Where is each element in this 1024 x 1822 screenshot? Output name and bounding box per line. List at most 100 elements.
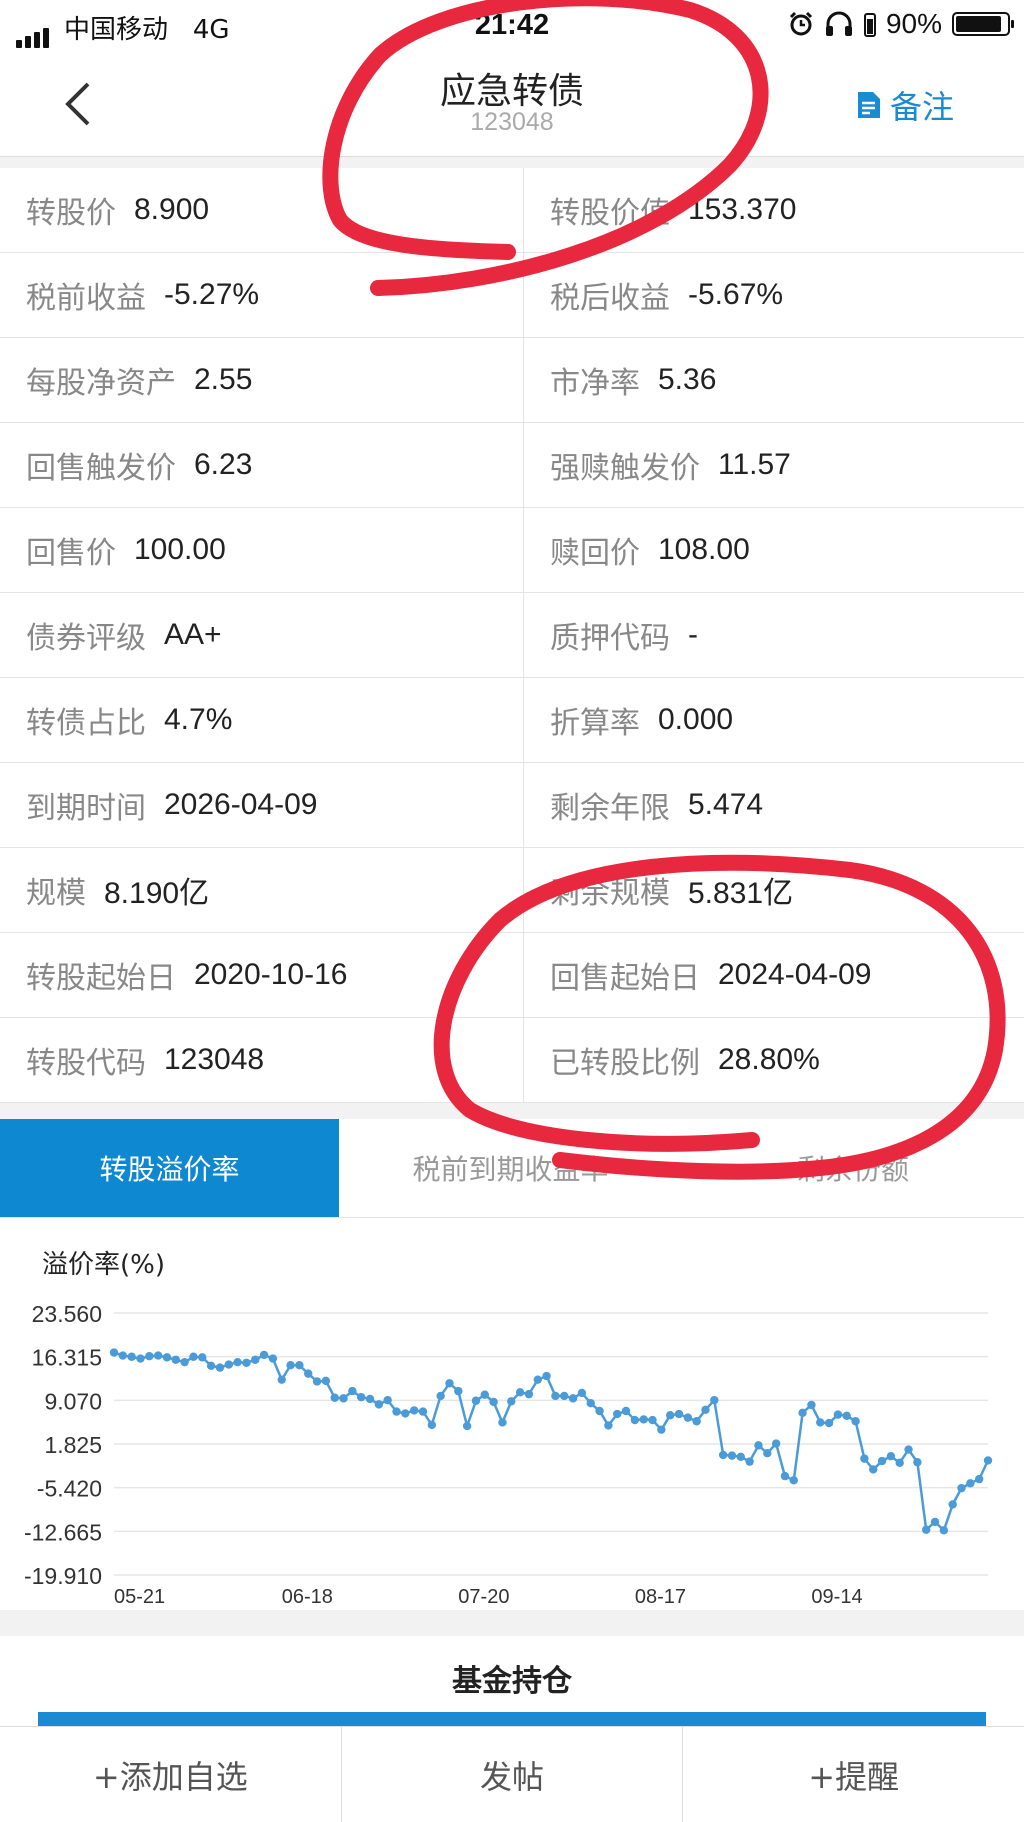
data-point	[621, 1406, 631, 1416]
info-row: 债券评级 AA+ 质押代码 -	[0, 593, 1024, 678]
info-label: 转股价	[26, 196, 116, 231]
data-point	[198, 1353, 207, 1362]
series-line	[113, 1351, 990, 1533]
info-row: 转股起始日 2020-10-16 回售起始日 2024-04-09	[0, 933, 1024, 1018]
info-value: 153.370	[688, 193, 797, 226]
data-point	[613, 1409, 622, 1419]
y-tick-label: 16.315	[32, 1345, 102, 1371]
info-value: 108.00	[658, 533, 750, 566]
data-point	[877, 1456, 887, 1466]
data-point	[860, 1454, 869, 1463]
data-point	[869, 1465, 878, 1474]
data-point	[930, 1517, 940, 1527]
data-point	[259, 1350, 269, 1360]
data-point	[356, 1392, 366, 1402]
data-point	[374, 1400, 384, 1409]
data-point	[348, 1386, 357, 1396]
info-row: 回售触发价 6.23 强赎触发价 11.57	[0, 423, 1024, 508]
data-point	[568, 1394, 578, 1403]
note-button[interactable]: 备注	[856, 82, 954, 128]
data-point	[648, 1415, 657, 1425]
info-label: 规模	[26, 876, 86, 911]
info-value: 28.80%	[718, 1043, 820, 1076]
remind-button[interactable]: +提醒	[682, 1727, 1024, 1822]
data-point	[904, 1445, 913, 1454]
data-point	[109, 1348, 119, 1357]
info-row: 税前收益 -5.27% 税后收益 -5.67%	[0, 253, 1024, 338]
data-point	[692, 1417, 701, 1426]
x-tick-label: 06-18	[282, 1586, 333, 1608]
info-value: 5.474	[688, 788, 764, 821]
data-point	[604, 1421, 613, 1430]
data-point	[789, 1476, 798, 1485]
info-cell: 回售起始日 2024-04-09	[523, 933, 1024, 1017]
data-point	[683, 1413, 693, 1422]
info-value: 11.57	[718, 448, 791, 481]
data-point	[948, 1500, 957, 1509]
alarm-icon	[789, 11, 813, 36]
info-row: 回售价 100.00 赎回价 108.00	[0, 508, 1024, 593]
data-point	[339, 1394, 348, 1403]
info-label: 市净率	[550, 366, 640, 401]
fund-holdings: 基金持仓	[0, 1636, 1024, 1726]
data-point	[286, 1360, 295, 1370]
info-cell: 已转股比例 28.80%	[523, 1018, 1024, 1102]
data-point	[224, 1360, 233, 1369]
add-watchlist-button[interactable]: +添加自选	[0, 1727, 341, 1822]
data-point	[674, 1409, 684, 1419]
data-point	[542, 1371, 551, 1381]
info-cell: 转股起始日 2020-10-16	[0, 933, 523, 1017]
info-value: 0.000	[658, 703, 734, 736]
tab-1[interactable]: 税前到期收益率	[339, 1119, 682, 1217]
chart-tabs: 转股溢价率 税前到期收益率 剩余份额	[0, 1119, 1024, 1218]
data-point	[162, 1353, 172, 1362]
data-point	[524, 1389, 534, 1399]
data-point	[180, 1357, 189, 1367]
tab-2[interactable]: 剩余份额	[682, 1119, 1024, 1217]
info-value: 5.831亿	[688, 877, 794, 910]
data-point	[127, 1352, 136, 1361]
info-cell: 剩余年限 5.474	[523, 763, 1024, 847]
data-point	[427, 1420, 437, 1430]
info-value: 8.900	[134, 193, 210, 226]
info-cell: 税后收益 -5.67%	[523, 253, 1024, 337]
data-point	[824, 1418, 834, 1428]
info-cell: 市净率 5.36	[523, 338, 1024, 422]
info-value: 123048	[164, 1043, 265, 1076]
data-point	[418, 1407, 428, 1416]
data-point	[913, 1458, 922, 1467]
info-row: 规模 8.190亿 剩余规模 5.831亿	[0, 848, 1024, 933]
data-point	[595, 1406, 604, 1416]
data-point	[489, 1397, 498, 1407]
data-point	[515, 1388, 525, 1397]
data-point	[330, 1393, 339, 1402]
y-tick-label: -12.665	[24, 1519, 102, 1545]
data-point	[983, 1456, 993, 1465]
data-point	[763, 1448, 772, 1458]
premium-chart: 溢价率(%) 23.560 16.315 9.070 1.825 -5.420 -12.6…	[0, 1218, 1024, 1610]
data-point	[816, 1418, 825, 1427]
y-tick-label: -19.910	[24, 1563, 102, 1589]
data-point	[798, 1408, 807, 1418]
chart-svg: 23.560 16.315 9.070 1.825 -5.420 -12.665 -19.9…	[24, 1301, 993, 1608]
x-tick-label: 05-21	[114, 1586, 165, 1608]
data-point	[957, 1483, 966, 1493]
tab-0[interactable]: 转股溢价率	[0, 1119, 339, 1217]
data-point	[939, 1526, 949, 1535]
info-row: 转债占比 4.7% 折算率 0.000	[0, 678, 1024, 763]
data-point	[365, 1394, 375, 1404]
data-point	[471, 1396, 481, 1405]
info-value: 100.00	[134, 533, 226, 566]
data-point	[745, 1457, 754, 1466]
info-value: 5.36	[658, 363, 717, 396]
info-cell: 转股代码 123048	[0, 1018, 523, 1102]
data-point	[577, 1388, 587, 1398]
post-button[interactable]: 发帖	[340, 1727, 683, 1822]
data-point	[710, 1395, 719, 1405]
info-label: 强赎触发价	[550, 451, 700, 486]
info-cell: 折算率 0.000	[523, 678, 1024, 762]
info-cell: 质押代码 -	[523, 593, 1024, 677]
x-tick-label: 09-14	[811, 1586, 862, 1608]
data-point	[462, 1421, 472, 1431]
fund-heading: 基金持仓	[452, 1664, 572, 1699]
